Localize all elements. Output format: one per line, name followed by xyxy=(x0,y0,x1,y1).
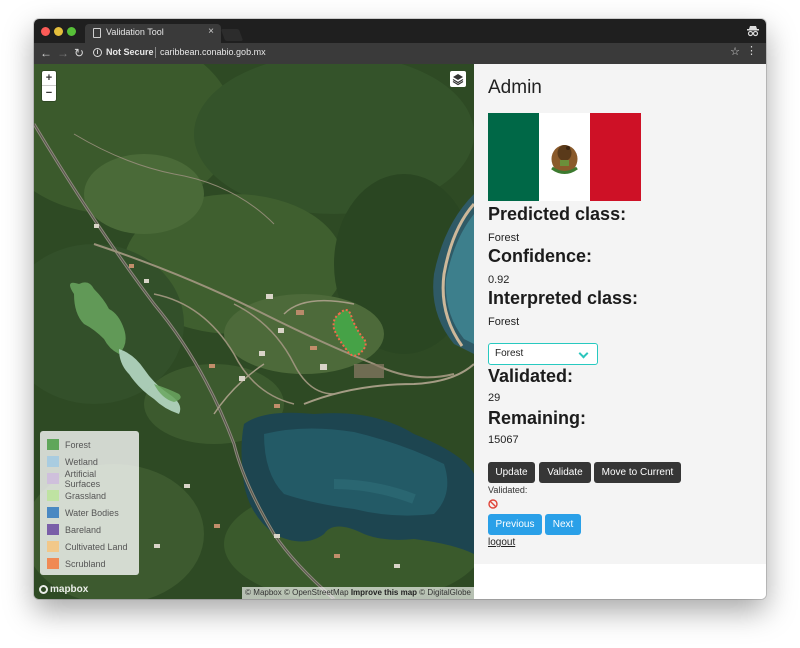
not-validated-icon xyxy=(488,499,498,509)
previous-button[interactable]: Previous xyxy=(488,514,542,535)
panel-footer xyxy=(474,564,766,599)
legend-label: Forest xyxy=(65,439,91,450)
legend-label: Wetland xyxy=(65,456,98,467)
interpreted-class-value: Forest xyxy=(488,316,520,328)
legend-label: Bareland xyxy=(65,524,102,535)
browser-toolbar: ← → ↻ i Not Secure caribbean.conabio.gob… xyxy=(34,43,766,64)
remaining-value: 15067 xyxy=(488,434,519,446)
validated-label: Validated: xyxy=(488,366,574,386)
attribution-digitalglobe-link[interactable]: © DigitalGlobe xyxy=(419,588,471,597)
mexico-flag-image xyxy=(488,113,641,201)
browser-window: Validation Tool × ← → ↻ i Not Secure car… xyxy=(34,19,766,599)
mapbox-logo-icon xyxy=(39,585,48,594)
validate-button[interactable]: Validate xyxy=(539,462,591,483)
interpreted-class-label: Interpreted class: xyxy=(488,288,639,308)
confidence-label: Confidence: xyxy=(488,246,593,266)
attribution-osm-link[interactable]: © OpenStreetMap xyxy=(284,588,349,597)
validated-value: 29 xyxy=(488,392,501,404)
tab-title: Validation Tool xyxy=(106,27,164,37)
security-label: Not Secure xyxy=(106,47,154,57)
legend-swatch xyxy=(47,541,59,552)
next-button[interactable]: Next xyxy=(545,514,581,535)
new-tab-button[interactable] xyxy=(220,29,244,41)
zoom-control: + − xyxy=(42,71,56,101)
maximize-window-button[interactable] xyxy=(67,27,76,36)
improve-map-link[interactable]: Improve this map xyxy=(351,588,417,597)
more-menu-icon[interactable]: ⋮ xyxy=(746,44,757,57)
class-select[interactable]: Forest xyxy=(488,343,598,365)
satellite-map[interactable]: + − Forest Wetland Artificial Surfaces G… xyxy=(34,64,474,599)
predicted-class-label: Predicted class: xyxy=(488,204,627,224)
validation-panel: Admin Predicted class: Forest Confidence… xyxy=(474,64,766,564)
minimize-window-button[interactable] xyxy=(54,27,63,36)
legend-item-bareland: Bareland xyxy=(47,521,132,538)
reload-icon[interactable]: ↻ xyxy=(74,45,84,61)
info-icon[interactable]: i xyxy=(93,48,102,57)
tab-close-button[interactable]: × xyxy=(208,26,214,37)
forward-arrow-icon[interactable]: → xyxy=(57,45,69,61)
legend-label: Cultivated Land xyxy=(65,541,128,552)
close-window-button[interactable] xyxy=(41,27,50,36)
url-text[interactable]: caribbean.conabio.gob.mx xyxy=(160,47,266,57)
chevron-down-icon xyxy=(578,348,589,359)
address-bar[interactable]: i Not Secure caribbean.conabio.gob.mx xyxy=(91,45,751,61)
attribution-mapbox-link[interactable]: © Mapbox xyxy=(245,588,282,597)
legend-label: Water Bodies xyxy=(65,507,119,518)
legend-item-scrubland: Scrubland xyxy=(47,555,132,572)
legend-item-wetland: Wetland xyxy=(47,453,132,470)
legend-item-water-bodies: Water Bodies xyxy=(47,504,132,521)
layers-button[interactable] xyxy=(450,71,466,87)
incognito-icon xyxy=(747,26,759,37)
legend-item-artificial-surfaces: Artificial Surfaces xyxy=(47,468,132,489)
legend-swatch xyxy=(47,456,59,467)
legend-swatch xyxy=(47,439,59,450)
legend-label: Scrubland xyxy=(65,558,106,569)
remaining-label: Remaining: xyxy=(488,408,587,428)
legend-swatch xyxy=(47,558,59,569)
zoom-out-button[interactable]: − xyxy=(42,86,56,101)
user-title: Admin xyxy=(488,77,542,98)
legend-swatch xyxy=(47,524,59,535)
title-bar: Validation Tool × xyxy=(34,19,766,43)
mapbox-logo[interactable]: mapbox xyxy=(39,584,88,595)
move-to-current-button[interactable]: Move to Current xyxy=(594,462,681,483)
mapbox-logo-text: mapbox xyxy=(50,584,89,595)
bookmark-star-icon[interactable]: ☆ xyxy=(730,45,740,58)
legend-item-cultivated-land: Cultivated Land xyxy=(47,538,132,555)
page-icon xyxy=(93,28,101,38)
zoom-in-button[interactable]: + xyxy=(42,71,56,86)
validated-status-label: Validated: xyxy=(488,485,528,495)
legend-label: Artificial Surfaces xyxy=(64,468,101,489)
address-divider xyxy=(155,47,156,58)
back-arrow-icon[interactable]: ← xyxy=(40,45,52,61)
confidence-value: 0.92 xyxy=(488,274,510,286)
map-attribution: © Mapbox © OpenStreetMap Improve this ma… xyxy=(242,587,474,599)
predicted-class-value: Forest xyxy=(488,232,520,244)
layers-icon xyxy=(452,74,464,86)
legend-swatch xyxy=(47,490,59,501)
legend-swatch xyxy=(47,507,59,518)
browser-tab[interactable]: Validation Tool × xyxy=(85,24,221,43)
legend-swatch xyxy=(47,473,59,484)
map-legend: Forest Wetland Artificial Surfaces Grass… xyxy=(40,431,139,575)
legend-item-forest: Forest xyxy=(47,436,132,453)
class-select-value: Forest xyxy=(495,348,524,359)
legend-label: Grassland xyxy=(65,490,107,501)
legend-item-grassland: Grassland xyxy=(47,487,132,504)
logout-link[interactable]: logout xyxy=(488,537,515,548)
update-button[interactable]: Update xyxy=(488,462,535,483)
